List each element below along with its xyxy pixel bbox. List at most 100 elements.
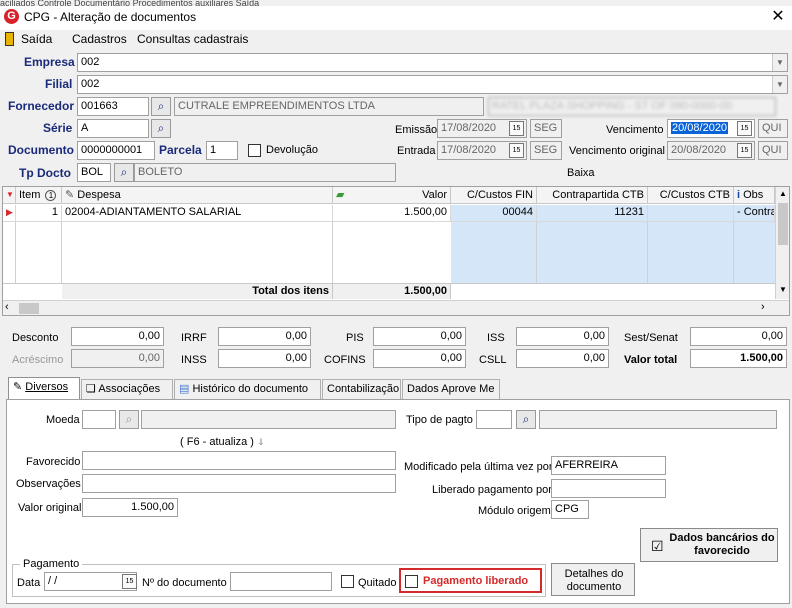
grid-header-cc-fin-text: C/Custos FIN — [466, 189, 533, 201]
filial-dropdown-icon[interactable]: ▼ — [772, 76, 787, 93]
liberado-por-value — [551, 479, 666, 498]
iss-input[interactable]: 0,00 — [516, 327, 609, 346]
scroll-left-icon[interactable]: ‹ — [5, 301, 9, 313]
empresa-select[interactable]: 002 — [77, 53, 788, 72]
grid-header-cc-ctb-text: C/Custos CTB — [659, 189, 730, 201]
chat-icon: ❏ — [86, 383, 96, 395]
cofins-input[interactable]: 0,00 — [373, 349, 466, 368]
pagamento-liberado-box[interactable]: Pagamento liberado — [399, 568, 542, 593]
vencimento-date-selected: 20/08/2020 — [671, 122, 729, 134]
pis-input[interactable]: 0,00 — [373, 327, 466, 346]
scroll-thumb[interactable] — [778, 203, 788, 245]
dados-bancarios-button[interactable]: ☑ Dados bancários do favorecido — [640, 528, 778, 562]
emissao-calendar-icon[interactable]: 15 — [509, 121, 524, 136]
tab-contabilizacao[interactable]: Contabilização — [322, 379, 401, 399]
inss-label: INSS — [181, 354, 207, 366]
grid-header-contrapartida[interactable]: Contrapartida CTB — [537, 187, 648, 204]
fornecedor-code-input[interactable]: 001663 — [77, 97, 149, 116]
tab-historico-label: Histórico do documento — [192, 383, 309, 395]
fornecedor-label: Fornecedor — [8, 99, 75, 113]
fornecedor-search-icon[interactable]: ⌕ — [151, 97, 171, 116]
empresa-dropdown-icon[interactable]: ▼ — [772, 54, 787, 71]
cofins-label: COFINS — [324, 354, 366, 366]
tp-docto-name: BOLETO — [134, 163, 396, 182]
documento-input[interactable]: 0000000001 — [77, 141, 155, 160]
row-cc-ctb — [648, 205, 734, 221]
scroll-right-icon[interactable]: › — [761, 301, 765, 313]
close-icon[interactable]: ✕ — [766, 6, 790, 28]
menu-consultas-cadastrais[interactable]: Consultas cadastrais — [137, 32, 248, 46]
window-title: CPG - Alteração de documentos — [24, 10, 197, 24]
vencimento-original-calendar-icon[interactable]: 15 — [737, 143, 752, 158]
row-contrapartida: 11231 — [537, 205, 648, 221]
quitado-checkbox[interactable] — [341, 575, 354, 588]
serie-search-icon[interactable]: ⌕ — [151, 119, 171, 138]
devolucao-checkbox[interactable] — [248, 144, 261, 157]
tab-associacoes[interactable]: ❏ Associações — [81, 379, 173, 399]
entrada-weekday: SEG — [530, 141, 562, 160]
tipo-pagto-input[interactable] — [476, 410, 512, 429]
tipo-pagto-search-icon[interactable]: ⌕ — [516, 410, 536, 429]
tab-diversos[interactable]: ✎ Diversos — [8, 377, 80, 400]
inss-input[interactable]: 0,00 — [218, 349, 311, 368]
emissao-weekday: SEG — [530, 119, 562, 138]
grid-header-obs[interactable]: i Obs — [734, 187, 775, 204]
csll-label: CSLL — [479, 354, 507, 366]
serie-label: Série — [43, 121, 73, 135]
filial-select[interactable]: 002 — [77, 75, 788, 94]
items-grid[interactable]: ▼ Item 1 ✎ Despesa ▰ Valor C/Custos FIN … — [2, 186, 790, 316]
despesa-pencil-icon: ✎ — [65, 189, 75, 201]
grid-horizontal-scrollbar[interactable]: ‹ › — [3, 300, 789, 315]
tab-historico[interactable]: ▤ Histórico do documento — [174, 379, 321, 399]
scroll-up-icon[interactable]: ▲ — [776, 189, 790, 198]
grid-header-indicator: ▼ — [3, 187, 16, 204]
tp-docto-code-input[interactable]: BOL — [77, 163, 111, 182]
grid-header-cc-fin[interactable]: C/Custos FIN — [451, 187, 537, 204]
numero-documento-input[interactable] — [230, 572, 332, 591]
menu-cadastros[interactable]: Cadastros — [72, 32, 127, 46]
hscroll-thumb[interactable] — [19, 303, 39, 314]
numero-documento-label: Nº do documento — [142, 577, 227, 589]
tab-dados-aprove-me[interactable]: Dados Aprove Me — [402, 379, 500, 399]
entrada-calendar-icon[interactable]: 15 — [509, 143, 524, 158]
grid-header-item[interactable]: Item 1 — [16, 187, 62, 204]
liberado-por-label: Liberado pagamento por — [432, 484, 552, 496]
parcela-input[interactable]: 1 — [206, 141, 238, 160]
irrf-input[interactable]: 0,00 — [218, 327, 311, 346]
filial-value: 002 — [81, 78, 100, 90]
valor-original-value: 1.500,00 — [82, 498, 178, 517]
csll-input[interactable]: 0,00 — [516, 349, 609, 368]
sest-senat-input[interactable]: 0,00 — [690, 327, 787, 346]
exit-door-icon — [5, 32, 14, 46]
menu-saida[interactable]: Saída — [21, 32, 52, 46]
grid-header-valor[interactable]: ▰ Valor — [333, 187, 451, 204]
parcela-label: Parcela — [159, 143, 202, 157]
pagamento-liberado-checkbox[interactable] — [405, 575, 418, 588]
scroll-icon: ▤ — [179, 383, 190, 395]
grid-vertical-scrollbar[interactable]: ▲ ▼ — [775, 187, 789, 299]
desconto-input[interactable]: 0,00 — [71, 327, 164, 346]
tipo-pagto-label: Tipo de pagto — [406, 414, 473, 426]
grid-header-despesa[interactable]: ✎ Despesa — [62, 187, 333, 204]
pagamento-calendar-icon[interactable]: 15 — [122, 574, 137, 589]
entrada-label: Entrada — [397, 145, 436, 157]
grid-header-cc-ctb[interactable]: C/Custos CTB — [648, 187, 734, 204]
row-obs: - Contra — [734, 205, 775, 221]
grid-header-contrapartida-text: Contrapartida CTB — [552, 189, 644, 201]
row-despesa: 02004-ADIANTAMENTO SALARIAL — [62, 205, 333, 221]
sort-order-icon: 1 — [45, 190, 57, 201]
moeda-search-icon[interactable]: ⌕ — [119, 410, 139, 429]
observacoes-label: Observações — [16, 478, 81, 490]
moeda-input[interactable] — [82, 410, 116, 429]
serie-input[interactable]: A — [77, 119, 149, 138]
tp-docto-search-icon[interactable]: ⌕ — [114, 163, 134, 182]
detalhes-documento-button[interactable]: Detalhes do documento — [551, 563, 635, 596]
table-row[interactable]: ▶ 1 02004-ADIANTAMENTO SALARIAL 1.500,00… — [3, 205, 775, 221]
observacoes-input[interactable] — [82, 474, 396, 493]
vencimento-calendar-icon[interactable]: 15 — [737, 121, 752, 136]
favorecido-input[interactable] — [82, 451, 396, 470]
tab-dados-aprove-me-label: Dados Aprove Me — [407, 383, 495, 395]
info-icon: i — [737, 189, 741, 201]
irrf-label: IRRF — [181, 332, 207, 344]
scroll-down-icon[interactable]: ▼ — [776, 285, 790, 294]
